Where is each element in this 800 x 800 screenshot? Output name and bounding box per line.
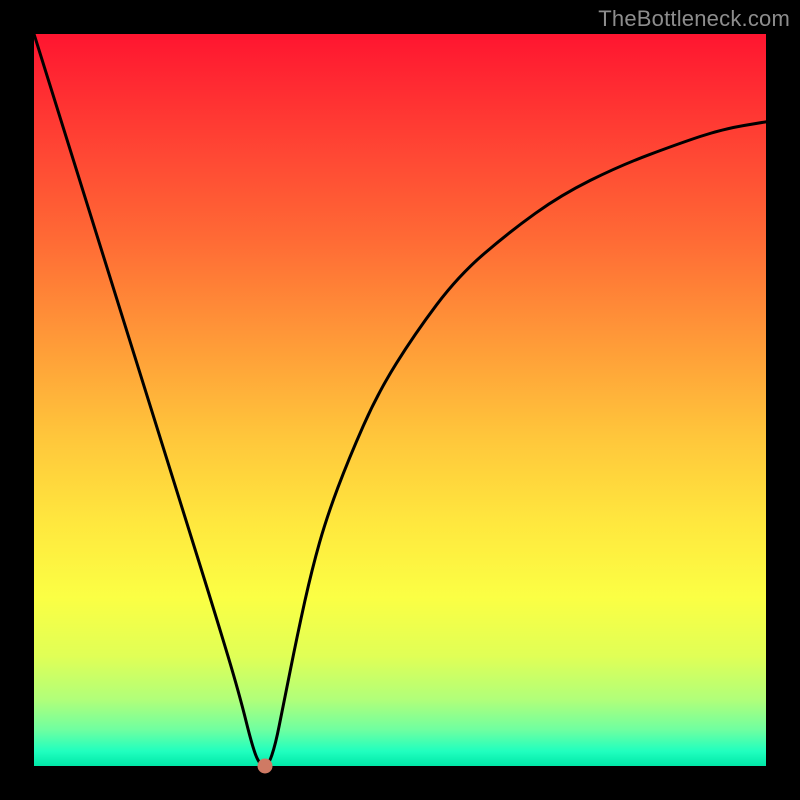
watermark-text: TheBottleneck.com [598, 6, 790, 32]
minimum-marker [257, 759, 272, 774]
bottleneck-curve-path [34, 34, 766, 766]
plot-area [34, 34, 766, 766]
chart-frame: TheBottleneck.com [0, 0, 800, 800]
curve-svg [34, 34, 766, 766]
